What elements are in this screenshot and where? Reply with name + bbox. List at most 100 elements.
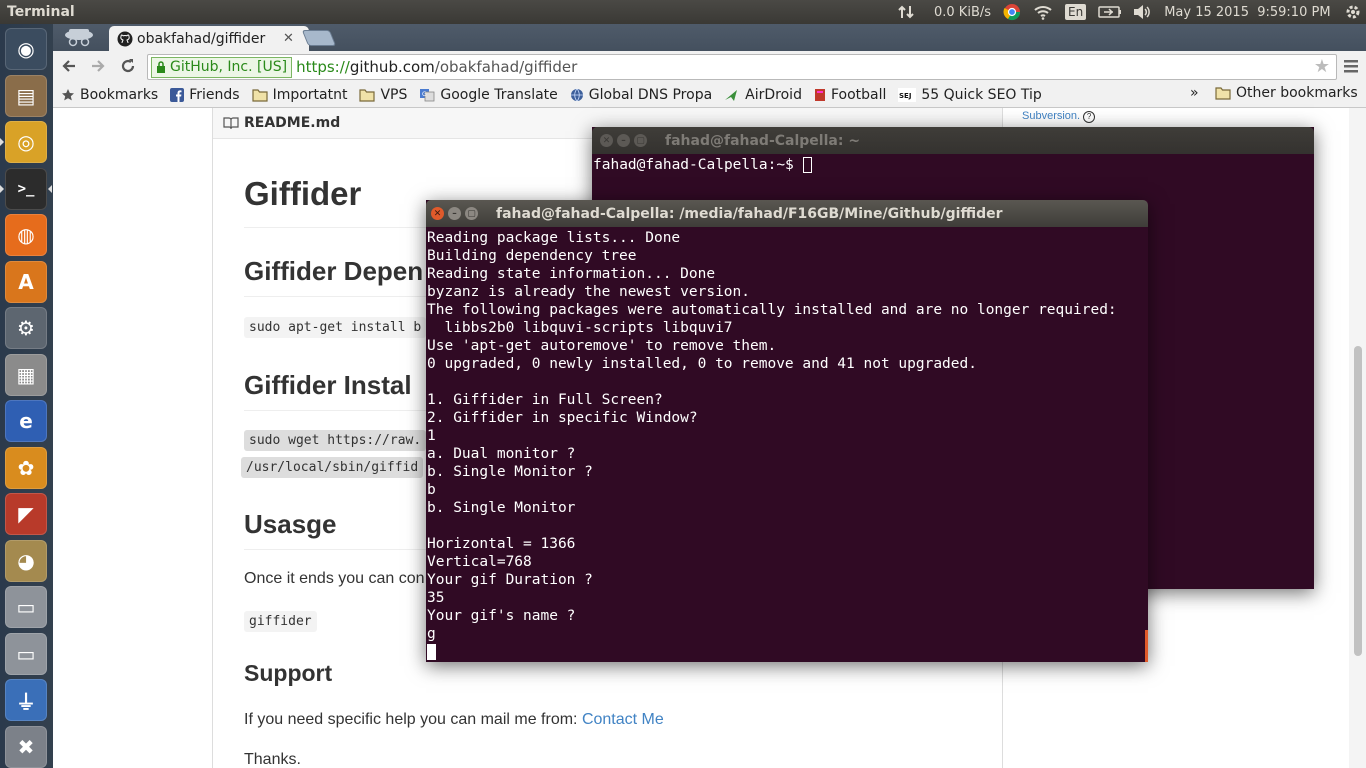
- forward-button[interactable]: [86, 55, 110, 77]
- chrome-icon[interactable]: ◎: [5, 121, 47, 163]
- terminal-line: 1: [427, 428, 436, 444]
- calculator-icon[interactable]: ▦: [5, 353, 47, 396]
- github-icon: [117, 31, 133, 47]
- app-orange-icon[interactable]: ✿: [5, 446, 47, 489]
- terminal-window-front[interactable]: ✕ – ▢ fahad@fahad-Calpella: /media/fahad…: [426, 200, 1148, 662]
- sej-icon: SEJ: [898, 87, 917, 102]
- internet-explorer-icon[interactable]: e: [5, 400, 47, 442]
- terminal-output[interactable]: Reading package lists... Done Building de…: [427, 229, 1147, 662]
- terminal-titlebar[interactable]: ✕ – ▢ fahad@fahad-Calpella: /media/fahad…: [426, 200, 1148, 227]
- close-icon[interactable]: ✕: [600, 134, 613, 147]
- arrow-right-icon: [92, 60, 105, 72]
- url-scheme: https://: [296, 58, 350, 76]
- tray: 0.0 KiB/s En May 15 2015 9:59:10 PM: [895, 0, 1362, 24]
- browser-tab[interactable]: obakfahad/giffider ✕: [109, 26, 309, 51]
- page-scrollbar[interactable]: [1349, 108, 1366, 768]
- firefox-icon[interactable]: ◍: [5, 214, 47, 256]
- contact-link[interactable]: Contact Me: [582, 711, 664, 728]
- bookmark-star-icon[interactable]: ★: [1314, 56, 1330, 77]
- sidebar-link[interactable]: Subversion. ?: [1022, 110, 1096, 123]
- new-tab-button[interactable]: [301, 30, 337, 46]
- bookmark-item[interactable]: Friends: [170, 86, 240, 103]
- bookmarks-bar: Bookmarks Friends Importatnt VPS G Google Tra…: [53, 82, 1366, 108]
- terminal-line: libbs2b0 libquvi-scripts libquvi7: [427, 320, 733, 336]
- tab-title: obakfahad/giffider: [137, 30, 266, 47]
- terminal-line: Reading package lists... Done: [427, 230, 681, 246]
- browser-tab-bar: obakfahad/giffider ✕: [53, 24, 1366, 51]
- clock[interactable]: May 15 2015 9:59:10 PM: [1164, 5, 1330, 20]
- reload-button[interactable]: [116, 55, 140, 77]
- ev-certificate-badge[interactable]: GitHub, Inc. [US]: [151, 56, 293, 78]
- heading-usage: Usasge: [244, 509, 337, 539]
- terminal-line: Building dependency tree: [427, 248, 637, 264]
- back-button[interactable]: [57, 55, 81, 77]
- window-controls: ✕ – ▢: [431, 207, 482, 220]
- code-usage: giffider: [244, 611, 317, 632]
- usage-text: Once it ends you can con: [244, 570, 425, 587]
- other-bookmarks-button[interactable]: Other bookmarks: [1215, 85, 1358, 101]
- facebook-icon: [170, 87, 185, 102]
- network-transfer-icon[interactable]: [895, 0, 917, 24]
- terminal-scrollbar[interactable]: [1145, 630, 1148, 662]
- wifi-icon[interactable]: [1033, 0, 1053, 24]
- tab-close-icon[interactable]: ✕: [283, 31, 294, 46]
- readme-filename: README.md: [244, 115, 341, 131]
- thanks-text: Thanks.: [244, 751, 301, 768]
- files-icon[interactable]: ▤: [5, 74, 47, 117]
- other-bookmarks-label: Other bookmarks: [1236, 85, 1358, 101]
- bookmark-label: Friends: [189, 86, 240, 103]
- bookmark-label: Bookmarks: [80, 86, 159, 103]
- bookmark-item[interactable]: VPS: [359, 87, 407, 103]
- scrollbar-thumb[interactable]: [1354, 346, 1362, 656]
- bookmark-item[interactable]: Football: [814, 87, 886, 103]
- drive-2-icon[interactable]: ▭: [5, 632, 47, 675]
- bookmark-label: VPS: [380, 86, 408, 103]
- code-dependency: sudo apt-get install b: [244, 317, 427, 338]
- chrome-menu-icon[interactable]: [1344, 58, 1358, 78]
- terminal-line: byzanz is already the newest version.: [427, 284, 751, 300]
- translate-icon: G: [419, 88, 435, 102]
- terminal-line: Horizontal = 1366: [427, 536, 576, 552]
- readme-title: Giffider: [244, 175, 362, 212]
- app-red-icon[interactable]: ◤: [5, 493, 47, 535]
- volume-icon[interactable]: [1132, 0, 1152, 24]
- bookmark-label: Football: [830, 86, 887, 103]
- ubuntu-dash-icon[interactable]: ◉: [5, 28, 47, 70]
- address-bar[interactable]: GitHub, Inc. [US] https:// github.com /o…: [147, 54, 1337, 80]
- terminal-icon[interactable]: >_: [5, 167, 47, 210]
- maximize-icon[interactable]: ▢: [465, 207, 478, 220]
- bookmarks-manager-button[interactable]: Bookmarks: [61, 87, 158, 103]
- code-install-line1: sudo wget https://raw.: [244, 430, 427, 451]
- folder-icon: [359, 88, 376, 102]
- bookmarks-overflow-button[interactable]: »: [1190, 85, 1199, 101]
- code-install-line2: /usr/local/sbin/giffid: [241, 457, 424, 478]
- bookmark-item[interactable]: Global DNS Propa: [570, 87, 712, 103]
- chrome-tray-icon[interactable]: [1003, 0, 1021, 24]
- launcher: ◉ ▤ ◎ >_ ◍ A ⚙ ▦ e ✿ ◤ ◕ ▭ ▭ ⏚ ✖: [0, 24, 54, 768]
- terminal-line: 35: [427, 590, 445, 606]
- minimize-icon[interactable]: –: [617, 134, 630, 147]
- terminal-titlebar[interactable]: ✕ – ▢ fahad@fahad-Calpella: ~: [592, 127, 1314, 154]
- bookmark-item[interactable]: SEJ 55 Quick SEO Tip: [898, 87, 1042, 103]
- help-icon[interactable]: ?: [1083, 111, 1096, 123]
- maximize-icon[interactable]: ▢: [634, 134, 647, 147]
- browser-toolbar: GitHub, Inc. [US] https:// github.com /o…: [53, 51, 1366, 82]
- bookmark-item[interactable]: Importatnt: [251, 87, 347, 103]
- system-settings-icon[interactable]: ⚙: [5, 307, 47, 349]
- gimp-icon[interactable]: ◕: [5, 539, 47, 582]
- terminal-cursor: [802, 157, 812, 173]
- svg-text:G: G: [422, 91, 427, 98]
- keyboard-layout-icon[interactable]: En: [1065, 0, 1087, 24]
- minimize-icon[interactable]: –: [448, 207, 461, 220]
- bookmark-item[interactable]: G Google Translate: [419, 87, 558, 103]
- subversion-link[interactable]: Subversion.: [1022, 110, 1080, 122]
- battery-icon[interactable]: [1098, 0, 1122, 24]
- bookmark-item[interactable]: AirDroid: [724, 87, 802, 103]
- lock-icon: [157, 61, 165, 73]
- usb-icon[interactable]: ⏚: [5, 679, 47, 721]
- power-gear-icon[interactable]: [1344, 0, 1362, 24]
- trash-icon[interactable]: ✖: [5, 725, 47, 768]
- close-icon[interactable]: ✕: [431, 207, 444, 220]
- software-center-icon[interactable]: A: [5, 260, 47, 303]
- drive-icon[interactable]: ▭: [5, 586, 47, 628]
